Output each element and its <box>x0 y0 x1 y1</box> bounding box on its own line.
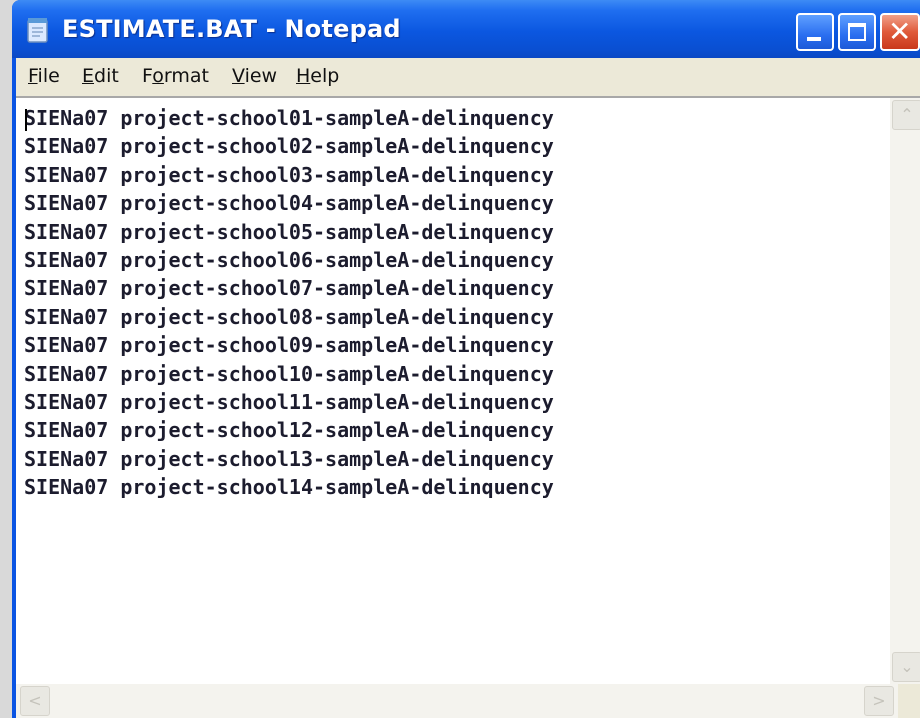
text-line: SIENa07 project-school05-sampleA-delinqu… <box>24 219 554 244</box>
menu-view[interactable]: View <box>232 65 277 87</box>
notepad-window: ESTIMATE.BAT - Notepad ✕ File Edit Forma… <box>12 0 920 718</box>
menu-help[interactable]: Help <box>296 65 339 87</box>
text-caret <box>25 109 27 131</box>
maximize-icon <box>848 23 866 41</box>
menu-format-accel: o <box>152 65 164 87</box>
minimize-button[interactable] <box>796 13 834 51</box>
menu-file-accel: F <box>28 65 38 87</box>
document-text[interactable]: SIENa07 project-school01-sampleA-delinqu… <box>24 104 884 684</box>
text-line: SIENa07 project-school08-sampleA-delinqu… <box>24 304 554 329</box>
menu-bar: File Edit Format View Help <box>16 58 920 96</box>
menu-help-accel: H <box>296 65 311 87</box>
text-line: SIENa07 project-school02-sampleA-delinqu… <box>24 134 554 159</box>
text-line: SIENa07 project-school10-sampleA-delinqu… <box>24 361 554 386</box>
horizontal-scrollbar[interactable]: < > <box>16 684 898 718</box>
text-line: SIENa07 project-school12-sampleA-delinqu… <box>24 418 554 443</box>
text-line: SIENa07 project-school13-sampleA-delinqu… <box>24 446 554 471</box>
minimize-icon <box>807 37 821 41</box>
text-line: SIENa07 project-school03-sampleA-delinqu… <box>24 162 554 187</box>
scroll-left-button[interactable]: < <box>20 686 50 716</box>
menu-view-accel: V <box>232 65 245 87</box>
text-line: SIENa07 project-school14-sampleA-delinqu… <box>24 475 554 500</box>
chevron-down-icon: ⌄ <box>900 657 914 676</box>
text-line: SIENa07 project-school09-sampleA-delinqu… <box>24 333 554 358</box>
menu-edit-accel: E <box>82 65 95 87</box>
menu-edit-label: dit <box>94 65 119 87</box>
vertical-scrollbar[interactable]: ⌃ ⌄ <box>890 98 920 684</box>
menu-file-label: ile <box>37 65 60 87</box>
menu-help-label: elp <box>310 65 340 87</box>
chevron-left-icon: < <box>28 691 42 710</box>
menu-view-label: iew <box>244 65 278 87</box>
text-line: SIENa07 project-school11-sampleA-delinqu… <box>24 390 554 415</box>
window-title: ESTIMATE.BAT - Notepad <box>62 15 401 43</box>
resize-grip[interactable] <box>898 684 920 718</box>
text-line: SIENa07 project-school04-sampleA-delinqu… <box>24 191 554 216</box>
maximize-button[interactable] <box>838 13 876 51</box>
notepad-icon <box>27 18 48 43</box>
menu-format-pre: F <box>142 65 153 87</box>
scroll-down-button[interactable]: ⌄ <box>892 652 920 682</box>
text-editor[interactable]: SIENa07 project-school01-sampleA-delinqu… <box>16 96 920 718</box>
scroll-right-button[interactable]: > <box>864 686 894 716</box>
chevron-right-icon: > <box>872 691 886 710</box>
scroll-up-button[interactable]: ⌃ <box>892 100 920 130</box>
title-bar[interactable]: ESTIMATE.BAT - Notepad ✕ <box>12 0 920 58</box>
close-icon: ✕ <box>888 15 912 48</box>
text-line: SIENa07 project-school06-sampleA-delinqu… <box>24 248 554 273</box>
menu-edit[interactable]: Edit <box>82 65 119 87</box>
close-button[interactable]: ✕ <box>880 13 920 51</box>
menu-format[interactable]: Format <box>142 65 209 87</box>
menu-file[interactable]: File <box>28 65 60 87</box>
chevron-up-icon: ⌃ <box>900 105 914 124</box>
text-line: SIENa07 project-school07-sampleA-delinqu… <box>24 276 554 301</box>
text-line: SIENa07 project-school01-sampleA-delinqu… <box>24 106 554 130</box>
menu-format-label: rmat <box>163 65 209 87</box>
